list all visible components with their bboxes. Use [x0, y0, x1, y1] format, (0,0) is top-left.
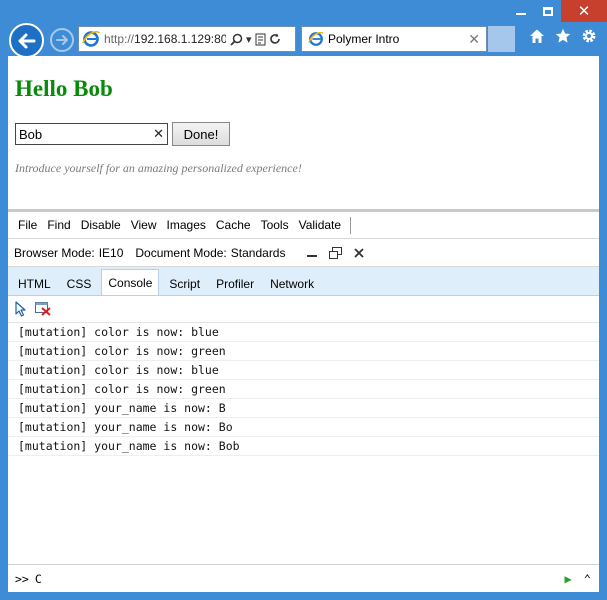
run-script-icon[interactable]: ▶ — [565, 572, 572, 586]
page-content: Hello Bob Bob ✕ Done! Introduce yourself… — [8, 56, 599, 209]
browser-window: ✕ http://192.168.1.129:808 ▾ Polymer Int… — [0, 0, 607, 600]
minimize-devtools-icon[interactable] — [307, 248, 318, 258]
forward-button[interactable] — [50, 28, 74, 52]
minimize-button[interactable] — [507, 0, 534, 22]
ie-logo-icon — [82, 30, 100, 47]
done-button[interactable]: Done! — [172, 122, 230, 146]
console-input[interactable]: >> C ▶ ⌃ — [8, 564, 599, 592]
undock-devtools-icon[interactable] — [329, 246, 343, 259]
menu-cache[interactable]: Cache — [211, 218, 256, 232]
menu-file[interactable]: File — [13, 218, 42, 232]
console-log-line: [mutation] color is now: blue — [8, 323, 599, 342]
back-button[interactable] — [9, 23, 44, 58]
devtools-tab-bar: HTML CSS Console Script Profiler Network — [8, 267, 599, 296]
maximize-button[interactable] — [534, 0, 561, 22]
close-window-button[interactable]: ✕ — [561, 0, 607, 22]
address-host: 192.168.1.129:808 — [134, 32, 226, 46]
close-tab-icon[interactable]: ✕ — [468, 31, 480, 48]
console-log-line: [mutation] color is now: green — [8, 380, 599, 399]
menu-tools[interactable]: Tools — [256, 218, 294, 232]
console-log-line: [mutation] color is now: blue — [8, 361, 599, 380]
menu-validate[interactable]: Validate — [294, 218, 346, 232]
select-element-icon[interactable] — [15, 301, 27, 317]
tab-script[interactable]: Script — [163, 272, 206, 295]
tab-html[interactable]: HTML — [12, 272, 57, 295]
tab-title: Polymer Intro — [328, 32, 400, 46]
new-tab-button[interactable] — [488, 26, 515, 52]
close-devtools-icon[interactable] — [354, 247, 365, 258]
search-icon[interactable] — [230, 33, 243, 46]
address-url: http://192.168.1.129:808 — [104, 32, 226, 46]
maximize-icon — [542, 6, 553, 16]
devtools-window-controls — [307, 246, 365, 259]
console-input-value: C — [34, 571, 42, 586]
console-toolbar — [8, 296, 599, 323]
browser-tab[interactable]: Polymer Intro ✕ — [301, 26, 487, 52]
close-icon: ✕ — [577, 2, 591, 20]
back-arrow-icon — [18, 33, 35, 48]
document-mode-label: Document Mode: — [135, 245, 227, 260]
tab-css[interactable]: CSS — [61, 272, 98, 295]
settings-gear-icon[interactable] — [581, 28, 597, 44]
console-output: [mutation] color is now: blue [mutation]… — [8, 323, 599, 563]
console-log-line: [mutation] your_name is now: B — [8, 399, 599, 418]
minimize-icon — [515, 13, 526, 15]
window-controls: ✕ — [507, 0, 607, 22]
menu-divider — [350, 216, 352, 234]
address-bar[interactable]: http://192.168.1.129:808 ▾ — [78, 26, 296, 52]
tab-network[interactable]: Network — [264, 272, 320, 295]
tab-profiler[interactable]: Profiler — [210, 272, 260, 295]
address-protocol: http:// — [104, 32, 135, 46]
favorites-star-icon[interactable] — [555, 28, 571, 44]
expand-console-icon[interactable]: ⌃ — [584, 572, 591, 586]
menu-disable[interactable]: Disable — [76, 218, 126, 232]
console-prompt-symbol: >> — [15, 571, 29, 586]
console-log-line: [mutation] your_name is now: Bob — [8, 437, 599, 456]
compatibility-view-icon[interactable] — [255, 33, 266, 46]
tab-ie-icon — [308, 31, 324, 46]
name-input[interactable]: Bob ✕ — [15, 123, 168, 145]
menu-images[interactable]: Images — [162, 218, 211, 232]
name-input-value: Bob — [19, 126, 43, 142]
greeting-heading: Hello Bob — [15, 76, 113, 101]
developer-tools-panel: File Find Disable View Images Cache Tool… — [8, 209, 599, 592]
clear-console-icon[interactable] — [35, 302, 51, 316]
menu-find[interactable]: Find — [42, 218, 75, 232]
forward-arrow-icon — [56, 35, 68, 45]
intro-text: Introduce yourself for an amazing person… — [15, 161, 302, 175]
browser-mode-label: Browser Mode: — [14, 245, 95, 260]
tab-console[interactable]: Console — [101, 269, 160, 295]
menu-view[interactable]: View — [126, 218, 162, 232]
navigation-bar: http://192.168.1.129:808 ▾ Polymer Intro… — [0, 22, 607, 58]
devtools-menu-bar: File Find Disable View Images Cache Tool… — [8, 212, 599, 239]
home-icon[interactable] — [529, 28, 545, 44]
console-log-line: [mutation] your_name is now: Bo — [8, 418, 599, 437]
browser-mode-dropdown[interactable]: IE10 — [99, 246, 124, 260]
clear-input-icon[interactable]: ✕ — [153, 126, 164, 142]
dropdown-icon[interactable]: ▾ — [246, 33, 252, 46]
document-mode-dropdown[interactable]: Standards — [231, 246, 286, 260]
mode-bar: Browser Mode: IE10 Document Mode: Standa… — [8, 239, 599, 267]
address-actions: ▾ — [230, 33, 281, 46]
refresh-icon[interactable] — [269, 33, 281, 45]
console-log-line: [mutation] color is now: green — [8, 342, 599, 361]
browser-toolbar-right — [529, 28, 597, 44]
